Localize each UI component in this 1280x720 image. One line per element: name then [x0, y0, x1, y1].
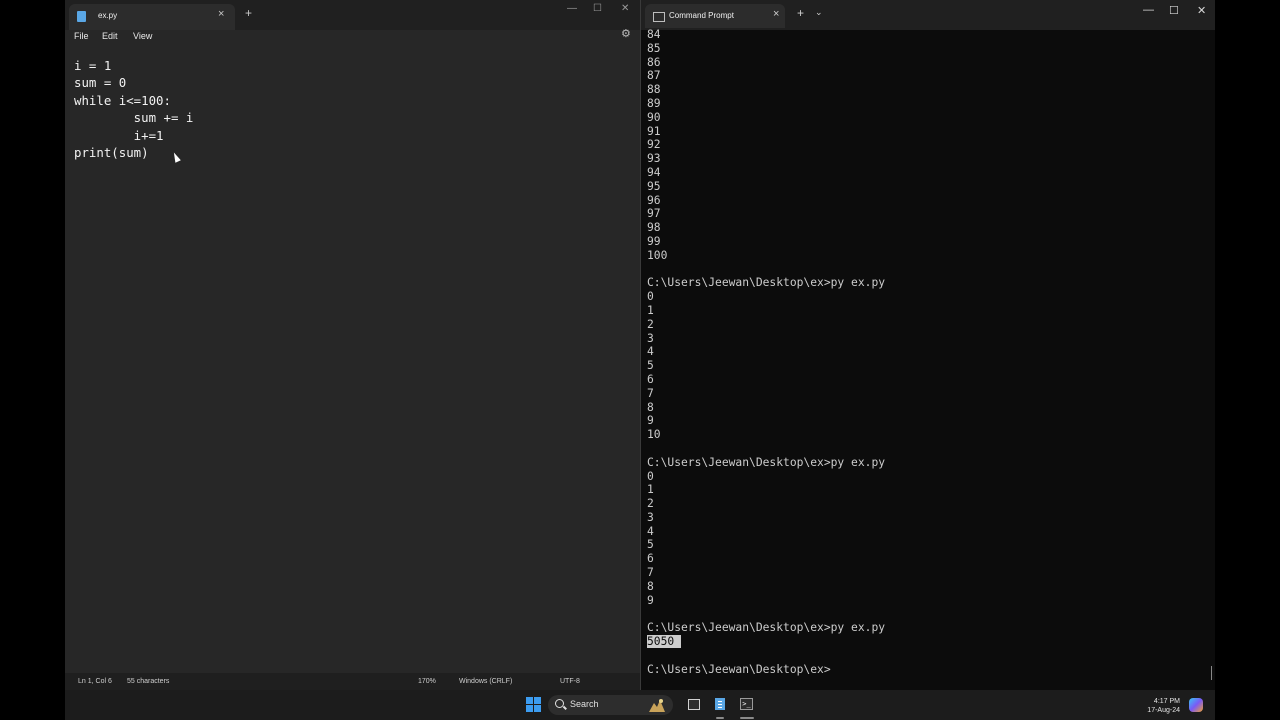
desktop-frame: ex.py × + — ☐ ✕ File Edit View ⚙ i = 1 s… — [65, 0, 1215, 690]
terminal-prompt: C:\Users\Jeewan\Desktop\ex> — [647, 662, 831, 676]
notepad-tab-ex-py[interactable]: ex.py × — [69, 4, 235, 30]
status-zoom[interactable]: 170% — [418, 678, 436, 685]
terminal-window: Command Prompt × + ⌄ — ☐ ✕ 84 85 86 87 8… — [640, 0, 1215, 690]
notepad-minimize-button[interactable]: — — [567, 3, 577, 14]
system-clock[interactable]: 4:17 PM 17-Aug-24 — [1135, 697, 1180, 715]
menu-edit[interactable]: Edit — [102, 31, 118, 41]
start-button[interactable] — [526, 697, 541, 712]
terminal-output[interactable]: 84 85 86 87 88 89 90 91 92 93 94 95 96 9… — [647, 28, 885, 676]
menu-file[interactable]: File — [74, 31, 89, 41]
terminal-taskbar-icon[interactable]: >_ — [740, 698, 753, 710]
code-text[interactable]: i = 1 sum = 0 while i<=100: sum += i i+=… — [74, 57, 193, 161]
menu-view[interactable]: View — [133, 31, 152, 41]
terminal-output-history: 84 85 86 87 88 89 90 91 92 93 94 95 96 9… — [647, 28, 886, 635]
status-line-ending[interactable]: Windows (CRLF) — [459, 678, 512, 685]
notepad-close-button[interactable]: ✕ — [621, 3, 629, 14]
terminal-dropdown-chevron-icon[interactable]: ⌄ — [815, 7, 823, 18]
search-highlight-icon — [649, 699, 665, 712]
notepad-tab-close-icon[interactable]: × — [218, 8, 224, 20]
copilot-icon[interactable] — [1189, 698, 1203, 712]
terminal-running-indicator — [740, 717, 754, 719]
search-label: Search — [570, 699, 599, 709]
status-encoding[interactable]: UTF-8 — [560, 678, 580, 685]
taskbar-search-box[interactable]: Search — [548, 695, 673, 715]
status-character-count: 55 characters — [127, 678, 170, 685]
terminal-minimize-button[interactable]: — — [1143, 4, 1154, 16]
notepad-tab-title: ex.py — [98, 11, 118, 20]
terminal-tab-command-prompt[interactable]: Command Prompt × — [645, 4, 785, 28]
settings-gear-icon[interactable]: ⚙ — [621, 27, 631, 40]
terminal-tab-close-icon[interactable]: × — [773, 8, 779, 20]
notepad-window: ex.py × + — ☐ ✕ File Edit View ⚙ i = 1 s… — [65, 0, 640, 690]
notepad-maximize-button[interactable]: ☐ — [593, 3, 602, 14]
status-cursor-position: Ln 1, Col 6 — [78, 678, 112, 685]
terminal-maximize-button[interactable]: ☐ — [1169, 4, 1179, 17]
selected-result[interactable]: 5050 — [647, 635, 682, 649]
terminal-close-button[interactable]: ✕ — [1197, 4, 1206, 17]
file-explorer-icon[interactable] — [688, 699, 700, 710]
windows-logo-icon — [526, 697, 533, 704]
search-icon — [555, 699, 564, 708]
notepad-file-icon — [77, 11, 86, 22]
terminal-new-tab-button[interactable]: + — [797, 6, 804, 20]
terminal-tab-title: Command Prompt — [669, 11, 734, 20]
taskbar: Search >_ 4:17 PM 17-Aug-24 — [65, 690, 1215, 720]
clock-date: 17-Aug-24 — [1147, 707, 1180, 714]
notepad-new-tab-button[interactable]: + — [245, 6, 252, 20]
notepad-running-indicator — [716, 717, 724, 719]
terminal-scrollbar[interactable] — [1211, 666, 1212, 680]
cmd-icon — [653, 12, 665, 22]
clock-time: 4:17 PM — [1153, 698, 1180, 705]
